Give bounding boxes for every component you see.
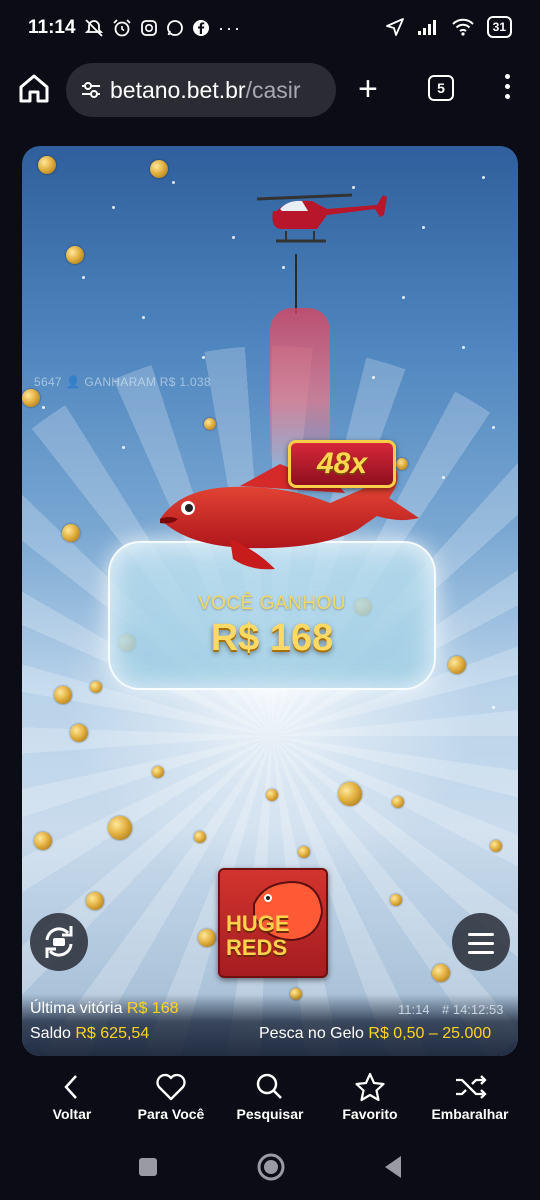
- wifi-icon: [451, 18, 474, 36]
- nav-label: Embaralhar: [431, 1106, 509, 1122]
- nav-label: Pesquisar: [236, 1106, 304, 1122]
- win-amount: R$ 168: [210, 617, 334, 659]
- alarm-icon: [113, 19, 131, 37]
- system-icons: 31: [385, 16, 512, 38]
- win-label: VOCÊ GANHOU: [197, 593, 347, 614]
- last-win-value: R$ 168: [126, 1000, 179, 1017]
- multiplier-badge: 48x: [288, 440, 396, 488]
- nav-voltar[interactable]: Voltar: [22, 1070, 122, 1122]
- helicopter-rope: [295, 254, 297, 314]
- game-footer: Última vitória R$ 168 Saldo R$ 625,54 11…: [22, 994, 518, 1056]
- logo-text-reds: REDS: [226, 935, 288, 960]
- recents-icon[interactable]: [137, 1156, 159, 1178]
- url-text: betano.bet.br/casir: [110, 77, 301, 104]
- status-time: 11:14: [28, 17, 76, 38]
- home-circle-icon[interactable]: [256, 1152, 286, 1182]
- balance: Saldo R$ 625,54: [30, 1025, 149, 1043]
- nav-pesquisar[interactable]: Pesquisar: [220, 1070, 320, 1122]
- heart-icon: [156, 1073, 186, 1101]
- winners-ticker: 5647 👤 GANHARAM R$ 1.038: [34, 375, 211, 389]
- home-icon[interactable]: [16, 70, 52, 106]
- address-bar[interactable]: betano.bet.br/casir: [66, 63, 336, 117]
- shuffle-icon: [456, 1075, 487, 1099]
- nav-label: Favorito: [342, 1106, 398, 1122]
- logo-text: HUGE REDS: [226, 912, 290, 960]
- notification-icons: ···: [84, 18, 242, 38]
- game-logo: HUGE REDS: [218, 868, 328, 978]
- game-name: Pesca no Gelo: [259, 1025, 364, 1042]
- nav-embaralhar[interactable]: Embaralhar: [420, 1070, 520, 1122]
- star-icon: [355, 1072, 385, 1102]
- logo-text-huge: HUGE: [226, 911, 290, 936]
- multiplier-value: 48x: [316, 447, 368, 480]
- facebook-icon: [193, 20, 209, 36]
- balance-value: R$ 625,54: [75, 1025, 150, 1042]
- chevron-left-icon: [64, 1075, 77, 1099]
- new-tab-button[interactable]: +: [358, 72, 378, 106]
- site-settings-icon[interactable]: [80, 80, 102, 100]
- system-navigation: [0, 1140, 540, 1200]
- instagram-icon: [141, 20, 157, 36]
- nav-label: Para Você: [137, 1106, 205, 1122]
- bet-range: R$ 0,50 – 25.000: [368, 1025, 492, 1042]
- bottom-navigation: Voltar Para Você Pesquisar Favorito Emba…: [0, 1060, 540, 1140]
- nav-favorito[interactable]: Favorito: [320, 1070, 420, 1122]
- url-domain: betano.bet.br: [110, 77, 246, 103]
- back-triangle-icon[interactable]: [381, 1154, 405, 1180]
- tabs-count-button[interactable]: 5: [428, 75, 454, 101]
- last-win: Última vitória R$ 168: [30, 1000, 179, 1018]
- browser-toolbar: betano.bet.br/casir + 5: [0, 58, 540, 122]
- url-path: /casir: [245, 77, 301, 103]
- game-canvas[interactable]: 5647 👤 GANHARAM R$ 1.038 VOCÊ GANHOU R$: [22, 146, 518, 1056]
- location-icon: [385, 18, 404, 36]
- last-win-label: Última vitória: [30, 1000, 123, 1017]
- round-id: # 14:12:53: [442, 1002, 504, 1017]
- game-info: Pesca no Gelo R$ 0,50 – 25.000: [259, 1025, 491, 1043]
- status-bar: 11:14 ··· 31: [0, 0, 540, 58]
- nav-label: Voltar: [52, 1106, 92, 1122]
- signal-icon: [417, 20, 436, 35]
- battery-icon: 31: [486, 16, 512, 38]
- nav-para-voce[interactable]: Para Você: [121, 1070, 221, 1122]
- footer-time: 11:14: [398, 1002, 430, 1017]
- hamburger-icon: [468, 933, 494, 936]
- autoplay-icon: [45, 926, 73, 958]
- browser-menu-icon[interactable]: [500, 74, 514, 104]
- balance-label: Saldo: [30, 1025, 71, 1042]
- helicopter-image: [256, 193, 387, 243]
- whatsapp-icon: [167, 20, 183, 36]
- more-icon: ···: [218, 18, 242, 38]
- search-icon: [256, 1073, 282, 1099]
- game-menu-button[interactable]: [452, 913, 510, 971]
- mute-icon: [84, 19, 104, 37]
- autoplay-button[interactable]: [30, 913, 88, 971]
